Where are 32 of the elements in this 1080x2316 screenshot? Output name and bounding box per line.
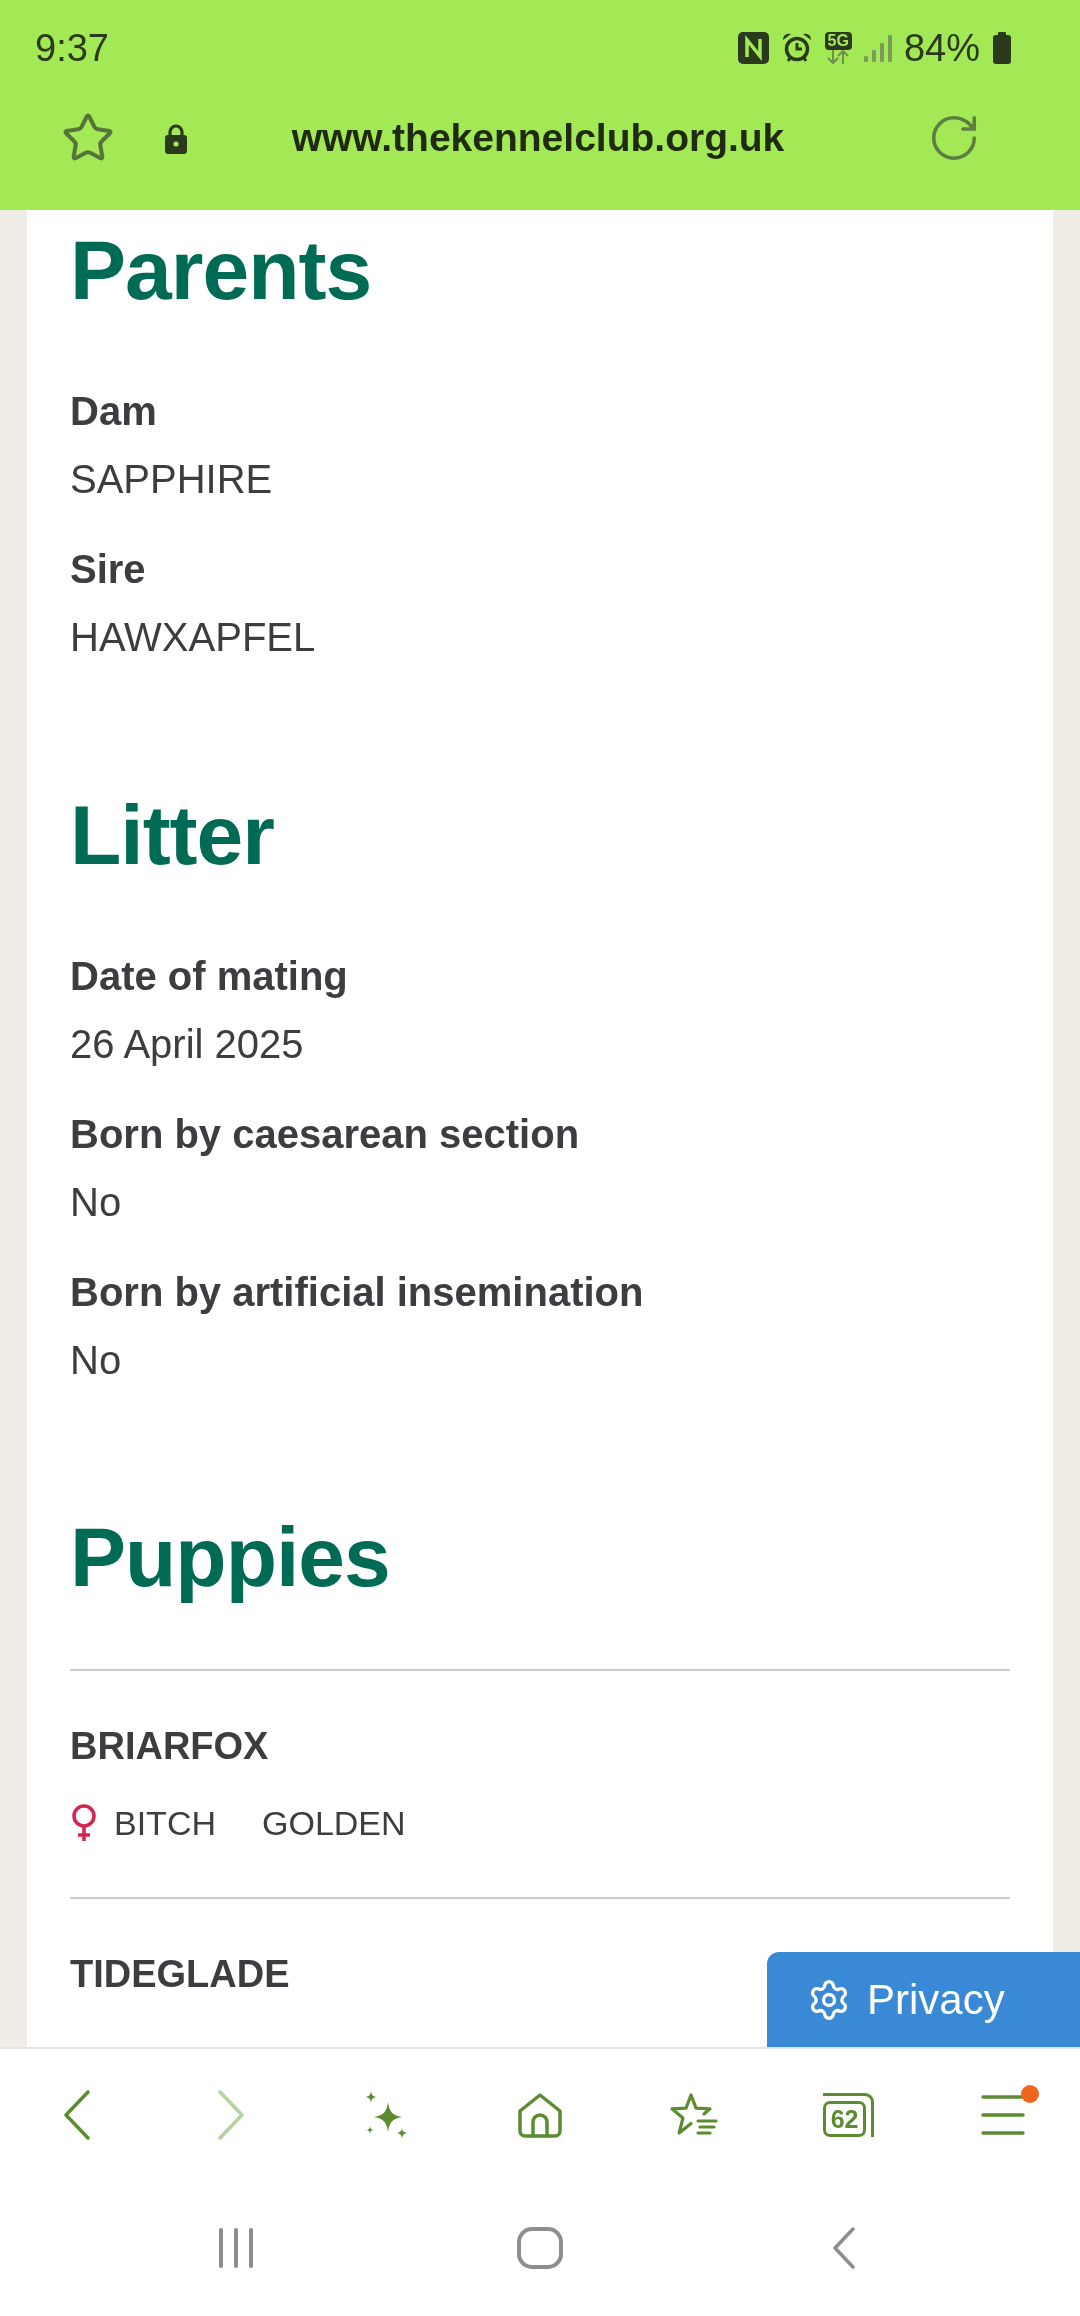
field-label: Born by artificial insemination [70,1269,644,1316]
field-value: 26 April 2025 [70,1021,304,1068]
privacy-button[interactable]: Privacy [767,1952,1080,2047]
network-type: 5G [824,32,852,50]
field-value: No [70,1337,122,1384]
section-heading: Parents [70,228,372,312]
url-text[interactable]: www.thekennelclub.org.uk [291,115,785,161]
battery-icon [992,32,1012,64]
field-value: No [70,1179,122,1226]
puppy-name: BRIARFOX [70,1724,269,1769]
field-value: SAPPHIRE [70,456,273,503]
field-label: Date of mating [70,953,348,1000]
lock-icon [163,122,189,154]
nfc-icon [737,32,769,64]
alarm-clock-icon [780,32,813,64]
puppy-colour: GOLDEN [262,1803,406,1844]
field-label: Sire [70,546,146,593]
signal-icon [863,34,892,62]
puppy-sex: BITCH [114,1803,216,1844]
data-arrows-icon [826,50,851,64]
field-label: Dam [70,388,157,435]
status-time: 9:37 [35,26,109,70]
battery-percentage: 84% [903,26,980,70]
recent-apps-icon [216,2228,256,2268]
female-symbol-icon [70,1804,98,1842]
privacy-label: Privacy [867,1974,1005,2025]
puppy-name: TIDEGLADE [70,1952,290,1997]
rounded-square-icon [517,2227,563,2269]
field-value: HAWXAPFEL [70,614,316,661]
section-heading: Litter [70,793,274,877]
chevron-left-icon [832,2227,856,2269]
field-label: Born by caesarean section [70,1111,580,1158]
